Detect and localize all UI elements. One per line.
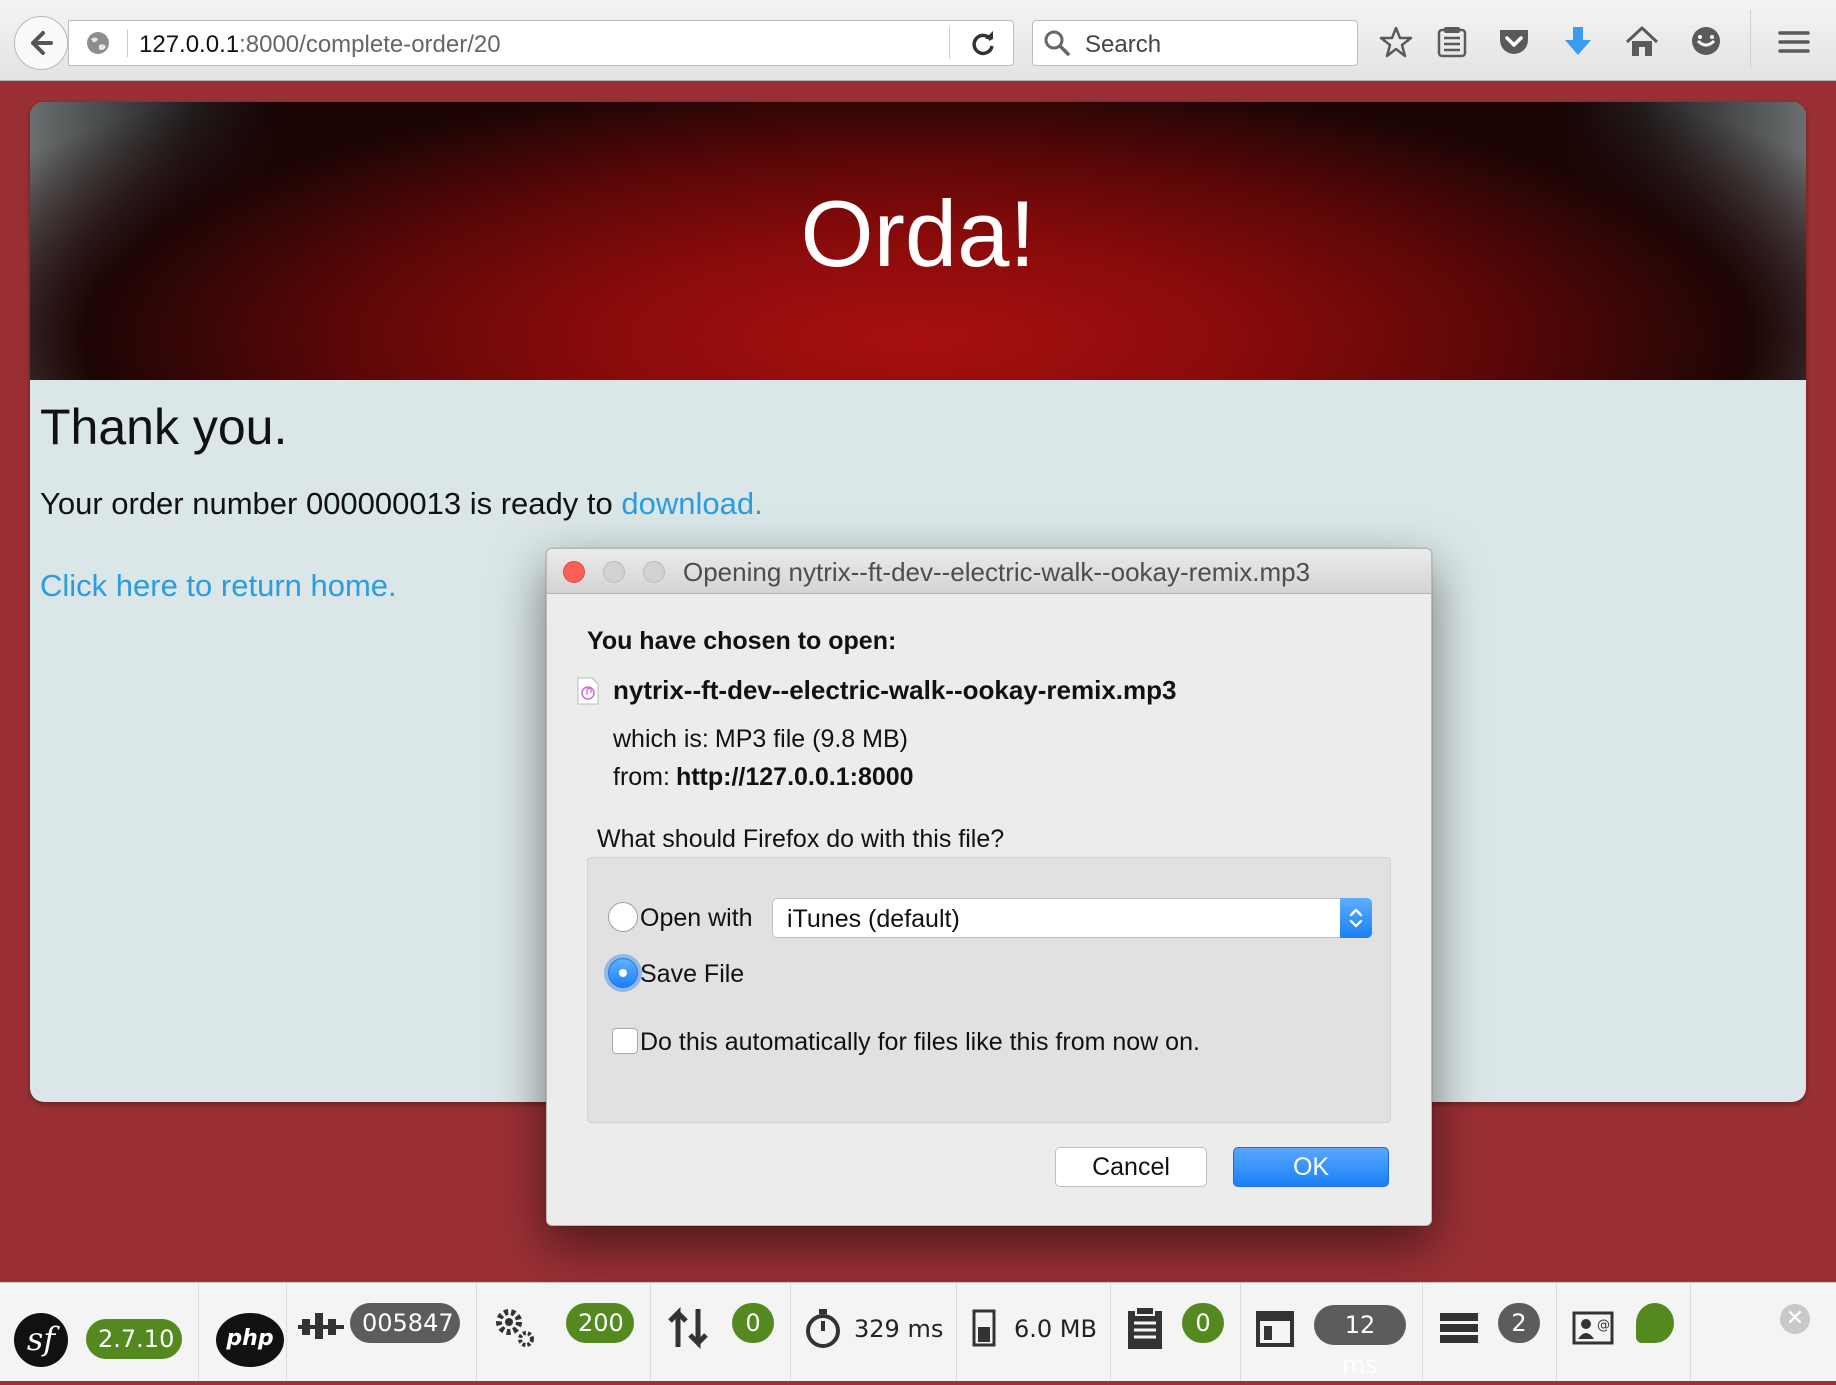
symfony-logo-icon[interactable]: sf xyxy=(14,1313,68,1367)
search-icon xyxy=(1044,30,1070,56)
hero-banner: Orda! xyxy=(30,102,1806,380)
menu-icon[interactable] xyxy=(1776,24,1812,60)
thank-you-heading: Thank you. xyxy=(40,399,288,455)
mp3-file-icon xyxy=(577,677,599,705)
url-host: 127.0.0.1 xyxy=(139,31,240,58)
dialog-title: Opening nytrix--ft-dev--electric-walk--o… xyxy=(683,557,1311,587)
debug-separator xyxy=(1556,1283,1557,1381)
action-question: What should Firefox do with this file? xyxy=(597,825,1005,853)
debug-separator xyxy=(956,1283,957,1381)
from-label: from: xyxy=(613,763,670,791)
debug-separator xyxy=(198,1283,199,1381)
dialog-titlebar: Opening nytrix--ft-dev--electric-walk--o… xyxy=(547,549,1431,594)
close-debug-toolbar-icon[interactable]: ✕ xyxy=(1780,1304,1810,1334)
minimize-window-button[interactable] xyxy=(603,561,625,583)
cancel-button[interactable]: Cancel xyxy=(1055,1147,1207,1187)
application-select-value: iTunes (default) xyxy=(787,905,960,933)
back-icon xyxy=(31,31,53,55)
back-button[interactable] xyxy=(14,16,68,70)
debug-separator xyxy=(790,1283,791,1381)
debug-separator xyxy=(476,1283,477,1381)
dialog-heading: You have chosen to open: xyxy=(587,627,897,655)
debug-separator xyxy=(1240,1283,1241,1381)
toolbar-divider xyxy=(1750,10,1751,68)
svg-text:@: @ xyxy=(1597,1318,1610,1333)
reload-icon[interactable] xyxy=(969,30,997,58)
url-separator-right xyxy=(949,27,950,59)
home-icon[interactable] xyxy=(1624,24,1660,60)
memory-icon[interactable] xyxy=(962,1305,1008,1351)
file-type-row: which is: MP3 file (9.8 MB) xyxy=(613,725,908,754)
request-time[interactable]: 329 ms xyxy=(854,1309,943,1349)
browser-toolbar: 127.0.0.1:8000/complete-order/20 Search xyxy=(0,0,1836,81)
file-source-value: http://127.0.0.1:8000 xyxy=(675,763,914,791)
file-source-row: from: http://127.0.0.1:8000 xyxy=(613,763,914,792)
file-type-value: MP3 file (9.8 MB) xyxy=(714,725,908,753)
reading-list-icon[interactable] xyxy=(1434,24,1470,60)
globe-icon xyxy=(87,32,109,54)
select-arrows-icon xyxy=(1340,898,1372,938)
debug-separator xyxy=(286,1283,287,1381)
ok-button[interactable]: OK xyxy=(1233,1147,1389,1187)
debug-separator xyxy=(1690,1283,1691,1381)
zoom-window-button[interactable] xyxy=(643,561,665,583)
request-token-badge[interactable]: 005847 xyxy=(350,1303,460,1343)
download-link[interactable]: download. xyxy=(621,486,762,521)
logs-count-badge[interactable]: 0 xyxy=(1182,1303,1224,1343)
auto-action-label[interactable]: Do this automatically for files like thi… xyxy=(640,1028,1200,1057)
logs-clipboard-icon[interactable] xyxy=(1122,1305,1168,1351)
save-file-radio[interactable] xyxy=(608,958,638,988)
render-time-badge[interactable]: 12 ms xyxy=(1314,1305,1406,1379)
memory-usage[interactable]: 6.0 MB xyxy=(1014,1309,1097,1349)
open-with-label[interactable]: Open with xyxy=(640,904,753,933)
db-queries-badge[interactable]: 2 xyxy=(1498,1303,1540,1343)
layout-render-icon[interactable] xyxy=(1252,1305,1298,1351)
mailer-icon[interactable]: @ xyxy=(1570,1305,1616,1351)
chat-icon[interactable] xyxy=(1688,24,1724,60)
status-code-badge[interactable]: 200 xyxy=(566,1303,634,1343)
request-icon[interactable] xyxy=(298,1305,344,1351)
url-bar[interactable]: 127.0.0.1:8000/complete-order/20 xyxy=(68,20,1014,66)
open-with-radio[interactable] xyxy=(608,902,638,932)
url-text[interactable]: 127.0.0.1:8000/complete-order/20 xyxy=(139,31,501,59)
pocket-icon[interactable] xyxy=(1496,24,1532,60)
close-window-button[interactable] xyxy=(563,561,585,583)
ajax-icon[interactable] xyxy=(666,1305,712,1351)
debug-separator xyxy=(650,1283,651,1381)
ajax-count-badge[interactable]: 0 xyxy=(732,1303,774,1343)
return-home-link[interactable]: Click here to return home. xyxy=(40,568,397,604)
mailer-badge-icon[interactable] xyxy=(1636,1303,1674,1343)
search-placeholder: Search xyxy=(1085,31,1162,58)
open-file-dialog: Opening nytrix--ft-dev--electric-walk--o… xyxy=(546,548,1432,1226)
hero-title: Orda! xyxy=(800,181,1036,286)
application-select[interactable]: iTunes (default) xyxy=(772,898,1372,938)
php-logo-icon[interactable]: php xyxy=(216,1313,284,1367)
action-options: Open with iTunes (default) Save File Do … xyxy=(587,857,1391,1123)
file-name: nytrix--ft-dev--electric-walk--ookay-rem… xyxy=(613,675,1177,705)
order-text: Your order number 000000013 is ready to xyxy=(40,486,613,521)
debug-toolbar: sf 2.7.10 php 005847 200 0 329 ms 6.0 MB… xyxy=(0,1282,1836,1381)
config-gears-icon[interactable] xyxy=(492,1305,538,1351)
search-bar[interactable]: Search xyxy=(1032,20,1358,66)
auto-action-checkbox[interactable] xyxy=(612,1028,638,1054)
order-message: Your order number 000000013 is ready to … xyxy=(40,486,763,522)
bookmark-star-icon[interactable] xyxy=(1378,24,1414,60)
timer-icon[interactable] xyxy=(800,1305,846,1351)
url-path: :8000/complete-order/20 xyxy=(239,31,501,58)
debug-separator xyxy=(1422,1283,1423,1381)
url-separator xyxy=(127,29,128,57)
debug-separator xyxy=(1110,1283,1111,1381)
downloads-icon[interactable] xyxy=(1560,24,1596,60)
symfony-version-badge[interactable]: 2.7.10 xyxy=(86,1319,182,1359)
database-icon[interactable] xyxy=(1436,1305,1482,1351)
which-is-label: which is: xyxy=(613,725,709,753)
save-file-label[interactable]: Save File xyxy=(640,960,744,989)
